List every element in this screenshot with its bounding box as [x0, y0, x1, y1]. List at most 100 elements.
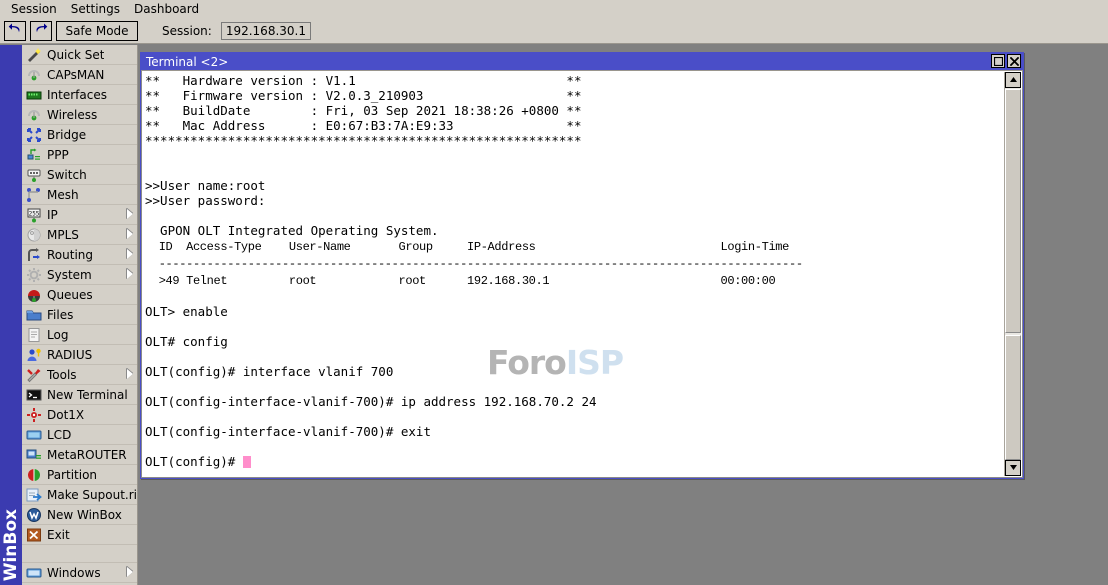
sidebar-item-label: Queues [47, 288, 93, 302]
sidebar-item-windows[interactable]: Windows [22, 563, 137, 583]
sidebar-item-label: Mesh [47, 188, 79, 202]
sidebar-item-lcd[interactable]: LCD [22, 425, 137, 445]
sidebar-item-label: LCD [47, 428, 71, 442]
chevron-right-icon [127, 249, 133, 259]
bridge-icon [26, 127, 42, 143]
sidebar-item-files[interactable]: Files [22, 305, 137, 325]
close-icon [1010, 57, 1019, 66]
terminal-scrollbar[interactable] [1004, 72, 1021, 476]
sidebar-item-dot1x[interactable]: Dot1X [22, 405, 137, 425]
terminal-body[interactable]: ForoISP ** Hardware version : V1.1 ** **… [141, 70, 1023, 478]
sidebar-item-label: System [47, 268, 92, 282]
supout-icon [26, 487, 42, 503]
window-controls [991, 54, 1021, 68]
sidebar-item-label: Windows [47, 566, 101, 580]
antenna-icon [26, 67, 42, 83]
redo-arrow-icon [34, 23, 48, 39]
terminal-system-line: GPON OLT Integrated Operating System. [145, 223, 439, 238]
sidebar-item-capsman[interactable]: CAPsMAN [22, 65, 137, 85]
session-address-field[interactable]: 192.168.30.1 [221, 22, 311, 40]
maximize-button[interactable] [991, 54, 1005, 68]
terminal-window: Terminal <2> [140, 52, 1024, 479]
sidebar-separator [22, 545, 137, 563]
sidebar-item-label: Exit [47, 528, 70, 542]
sidebar-item-label: Make Supout.rif [47, 488, 137, 502]
scroll-up-button[interactable] [1005, 72, 1021, 88]
sidebar-item-interfaces[interactable]: Interfaces [22, 85, 137, 105]
ppp-icon [26, 147, 42, 163]
winbox-icon [26, 507, 42, 523]
wand-icon [26, 47, 42, 63]
antenna-icon [26, 107, 42, 123]
sidebar-item-radius[interactable]: RADIUS [22, 345, 137, 365]
menu-session[interactable]: Session [4, 1, 64, 17]
svg-text:255: 255 [29, 210, 40, 217]
sidebar-item-ppp[interactable]: PPP [22, 145, 137, 165]
sidebar-item-ip[interactable]: 255IP [22, 205, 137, 225]
sidebar-item-quick-set[interactable]: Quick Set [22, 45, 137, 65]
brand-strip: WinBox [0, 45, 22, 585]
scroll-down-button[interactable] [1005, 460, 1021, 476]
block-cursor [243, 456, 251, 468]
sidebar-item-queues[interactable]: Queues [22, 285, 137, 305]
sidebar-item-new-terminal[interactable]: New Terminal [22, 385, 137, 405]
sidebar-item-new-winbox[interactable]: New WinBox [22, 505, 137, 525]
sidebar-item-label: New Terminal [47, 388, 128, 402]
sidebar-item-label: CAPsMAN [47, 68, 104, 82]
scrollbar-thumb[interactable] [1005, 89, 1021, 333]
dot1x-icon [26, 407, 42, 423]
sidebar-item-exit[interactable]: Exit [22, 525, 137, 545]
sidebar-item-switch[interactable]: Switch [22, 165, 137, 185]
terminal-output: ** Hardware version : V1.1 ** ** Firmwar… [145, 73, 1002, 477]
sidebar-item-mpls[interactable]: MPLS [22, 225, 137, 245]
switch-icon [26, 167, 42, 183]
chevron-right-icon [127, 369, 133, 379]
menu-dashboard[interactable]: Dashboard [127, 1, 206, 17]
sidebar-item-log[interactable]: Log [22, 325, 137, 345]
menubar: Session Settings Dashboard [0, 0, 1108, 18]
lcd-icon [26, 427, 42, 443]
session-label: Session: [162, 24, 212, 38]
sidebar-item-label: Log [47, 328, 68, 342]
sidebar-item-routing[interactable]: Routing [22, 245, 137, 265]
terminal-session-table: ID Access-Type User-Name Group IP-Addres… [145, 240, 803, 288]
terminal-titlebar[interactable]: Terminal <2> [141, 53, 1023, 70]
sidebar-item-label: Dot1X [47, 408, 84, 422]
sidebar-item-label: MPLS [47, 228, 79, 242]
sidebar-item-label: RADIUS [47, 348, 92, 362]
sidebar-item-tools[interactable]: Tools [22, 365, 137, 385]
sidebar-item-system[interactable]: System [22, 265, 137, 285]
redo-button[interactable] [30, 21, 52, 41]
maximize-icon [994, 57, 1003, 66]
sidebar-item-mesh[interactable]: Mesh [22, 185, 137, 205]
sidebar-item-label: Switch [47, 168, 87, 182]
scroll-up-icon [1009, 73, 1018, 87]
chevron-right-icon [127, 229, 133, 239]
scrollbar-track-lower[interactable] [1005, 335, 1021, 460]
terminal-commands: OLT> enable OLT# config OLT(config)# int… [145, 304, 597, 469]
windows-icon [26, 565, 42, 581]
terminal-title-text: Terminal <2> [146, 55, 228, 69]
metarouter-icon [26, 447, 42, 463]
sidebar-item-partition[interactable]: Partition [22, 465, 137, 485]
mpls-icon [26, 227, 42, 243]
log-icon [26, 327, 42, 343]
ip-255-icon: 255 [26, 207, 42, 223]
sidebar-item-make-supout-rif[interactable]: Make Supout.rif [22, 485, 137, 505]
undo-button[interactable] [4, 21, 26, 41]
undo-arrow-icon [8, 23, 22, 39]
close-button[interactable] [1007, 54, 1021, 68]
chevron-right-icon [127, 209, 133, 219]
sidebar-item-label: Partition [47, 468, 97, 482]
interfaces-icon [26, 87, 42, 103]
sidebar-item-bridge[interactable]: Bridge [22, 125, 137, 145]
partition-icon [26, 467, 42, 483]
tools-icon [26, 367, 42, 383]
chevron-right-icon [127, 269, 133, 279]
winbox-app: Session Settings Dashboard Safe Mode Ses… [0, 0, 1108, 585]
sidebar-item-wireless[interactable]: Wireless [22, 105, 137, 125]
safe-mode-button[interactable]: Safe Mode [56, 21, 138, 41]
chevron-right-icon [127, 567, 133, 577]
sidebar-item-metarouter[interactable]: MetaROUTER [22, 445, 137, 465]
menu-settings[interactable]: Settings [64, 1, 127, 17]
